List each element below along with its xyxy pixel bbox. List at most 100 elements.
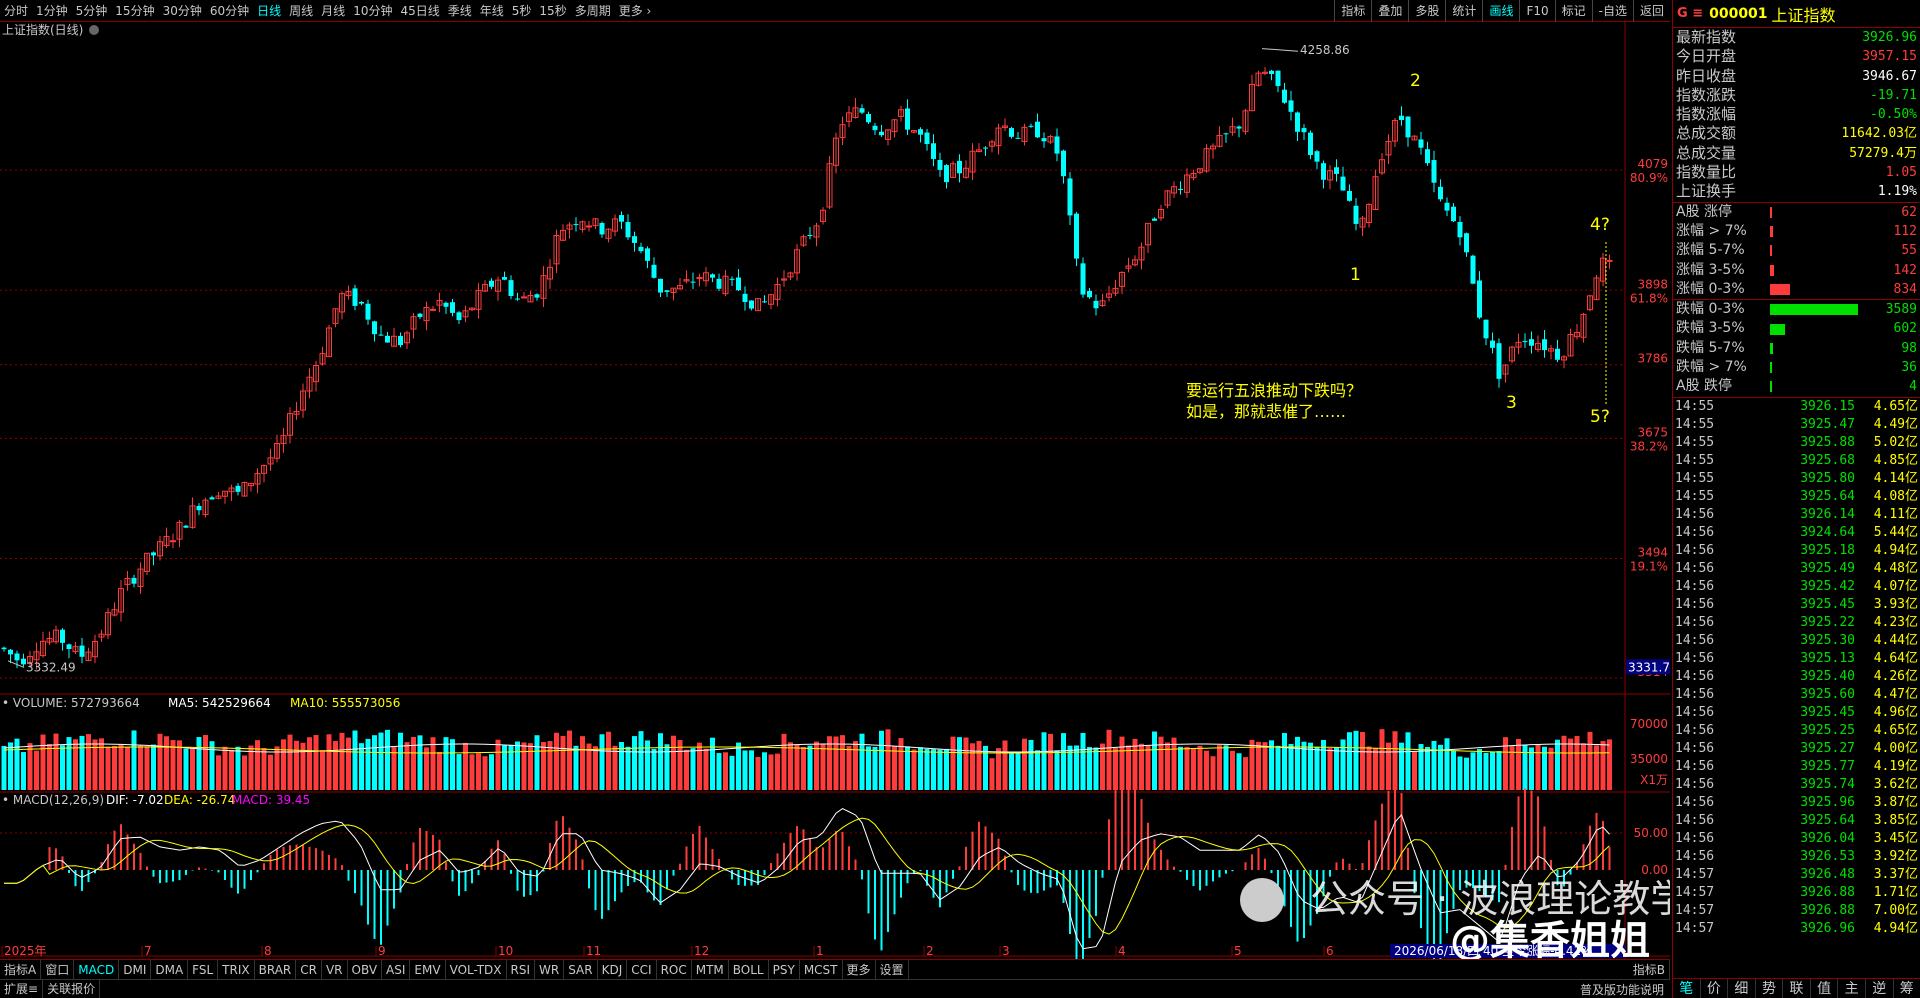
indicator-tab[interactable]: MTM [692, 959, 729, 980]
tool-button[interactable]: F10 [1519, 0, 1554, 22]
period-tab[interactable]: 15分钟 [111, 0, 158, 22]
indicator-tab[interactable]: KDJ [598, 959, 628, 980]
volume-bar [1269, 740, 1274, 790]
tool-button[interactable]: -自选 [1591, 0, 1633, 22]
panel-tab[interactable]: 筹 [1894, 979, 1920, 998]
related-quotes-button[interactable]: 关联报价 [43, 979, 101, 998]
quote-row: 指数量比 1.05 [1673, 163, 1920, 182]
indicator-tab[interactable]: DMI [119, 959, 152, 980]
volume-bar [1594, 745, 1599, 790]
tick-price: 3924.64 [1800, 524, 1855, 540]
tool-button[interactable]: 多股 [1408, 0, 1445, 22]
panel-tab[interactable]: 联 [1783, 979, 1811, 998]
tool-button[interactable]: 标记 [1554, 0, 1592, 22]
indicator-tab[interactable]: 设置 [876, 959, 909, 980]
period-tab[interactable]: 月线 [317, 0, 349, 22]
breadth-value: 602 [1893, 321, 1917, 337]
period-tab[interactable]: 45日线 [396, 0, 443, 22]
panel-tab[interactable]: 主 [1838, 979, 1866, 998]
period-tab[interactable]: 季线 [444, 0, 476, 22]
panel-tab[interactable]: 逆 [1866, 979, 1894, 998]
tick-volume: 4.64亿 [1873, 650, 1918, 666]
feature-help-link[interactable]: 普及版功能说明 [1580, 981, 1670, 998]
candle-body [1490, 340, 1495, 348]
expand-button[interactable]: 扩展≡ [0, 979, 44, 998]
panel-tab[interactable]: 细 [1728, 979, 1756, 998]
tick-row: 14:56 3926.14 4.11亿 [1673, 506, 1920, 524]
indicator-tab[interactable]: PSY [769, 959, 800, 980]
tick-time: 14:56 [1675, 632, 1715, 648]
indicator-tab[interactable]: 指标A [0, 959, 42, 980]
tool-button[interactable]: 叠加 [1371, 0, 1408, 22]
tick-price: 3926.96 [1800, 920, 1855, 936]
indicator-tab[interactable]: ASI [382, 959, 411, 980]
period-tab[interactable]: 周线 [285, 0, 317, 22]
indicator-tab[interactable]: ROC [657, 959, 692, 980]
period-tab[interactable]: 年线 [476, 0, 508, 22]
breadth-bar [1770, 362, 1772, 374]
period-tab[interactable]: 日线 [253, 0, 285, 22]
indicator-tab[interactable]: EMV [410, 959, 446, 980]
indicator-tab[interactable]: SAR [564, 959, 598, 980]
candle-body [1444, 202, 1450, 211]
indicator-tab[interactable]: RSI [507, 959, 536, 980]
candle-body [489, 280, 494, 287]
indicator-tab[interactable]: 窗口 [41, 959, 75, 980]
period-tab[interactable]: 多周期 [571, 0, 615, 22]
panel-tab[interactable]: 势 [1756, 979, 1784, 998]
fib-percent-label: 80.9% [1630, 171, 1668, 185]
volume-bar [424, 747, 429, 790]
indicator-tab[interactable]: BOLL [729, 959, 769, 980]
volume-bar [404, 742, 410, 790]
period-tab[interactable]: 1分钟 [32, 0, 72, 22]
tool-button[interactable]: 指标 [1334, 0, 1371, 22]
quote-list: 最新指数 3926.96 今日开盘 3957.15 昨日收盘 3946.67 指数涨跌 -19… [1673, 28, 1920, 202]
tick-list[interactable]: 14:55 3926.15 4.65亿 14:55 3925.47 4.49亿 14:55 3… [1673, 398, 1920, 938]
kline-chart[interactable]: 407980.9%389861.8%3786367538.2%349419.1%… [0, 22, 1670, 959]
menu-icon[interactable]: G ≡ [1677, 6, 1703, 21]
tick-row: 14:56 3926.04 3.45亿 [1673, 830, 1920, 848]
tool-button[interactable]: 画线 [1482, 0, 1519, 22]
period-tab[interactable]: 5秒 [508, 0, 536, 22]
volume-bar [1230, 750, 1235, 790]
indicator-tab[interactable]: BRAR [255, 959, 297, 980]
indicator-tab[interactable]: DMA [151, 959, 189, 980]
indicator-tab[interactable]: OBV [348, 959, 383, 980]
volume-bar [118, 744, 124, 790]
quote-value: 1.05 [1885, 165, 1917, 181]
indicator-tab[interactable]: CCI [627, 959, 657, 980]
indicator-tab[interactable]: MACD [74, 959, 120, 980]
indicator-tab[interactable]: VR [322, 959, 348, 980]
indicator-tab[interactable]: 更多 [843, 959, 876, 980]
indicator-tab[interactable]: TRIX [218, 959, 255, 980]
indicator-tab[interactable]: MCST [800, 959, 843, 980]
volume-bar [469, 754, 475, 790]
period-tab[interactable]: 分时 [0, 0, 32, 22]
period-tab[interactable]: 30分钟 [159, 0, 206, 22]
panel-tabs: 笔价细势联值主逆筹 [1673, 978, 1920, 998]
indicator-tab[interactable]: VOL-TDX [446, 959, 507, 980]
period-tab[interactable]: 60分钟 [206, 0, 253, 22]
period-tab[interactable]: 10分钟 [349, 0, 396, 22]
period-tab[interactable]: 5分钟 [72, 0, 112, 22]
tool-button[interactable]: 统计 [1445, 0, 1482, 22]
tool-button[interactable]: 返回 [1632, 0, 1670, 22]
tick-volume: 5.02亿 [1873, 434, 1918, 450]
breadth-row: A股 跌停 4 [1673, 377, 1920, 396]
panel-tab[interactable]: 值 [1811, 979, 1839, 998]
tick-volume: 4.94亿 [1873, 920, 1918, 936]
volume-bar [781, 733, 787, 790]
indicator-tab[interactable]: WR [535, 959, 565, 980]
indicator-tab[interactable]: FSL [188, 959, 219, 980]
period-tab[interactable]: 15秒 [535, 0, 570, 22]
indicator-b-tab[interactable]: 指标B [1629, 959, 1670, 980]
quote-value: 11642.03亿 [1841, 126, 1917, 142]
candle-body [359, 301, 364, 304]
volume-bar [417, 735, 423, 790]
panel-tab[interactable]: 价 [1701, 979, 1729, 998]
panel-tab[interactable]: 笔 [1673, 979, 1701, 998]
chevron-down-icon[interactable] [89, 25, 99, 35]
indicator-tab[interactable]: CR [296, 959, 322, 980]
tick-row: 14:56 3926.53 3.92亿 [1673, 848, 1920, 866]
period-tab[interactable]: 更多 › [615, 0, 656, 22]
